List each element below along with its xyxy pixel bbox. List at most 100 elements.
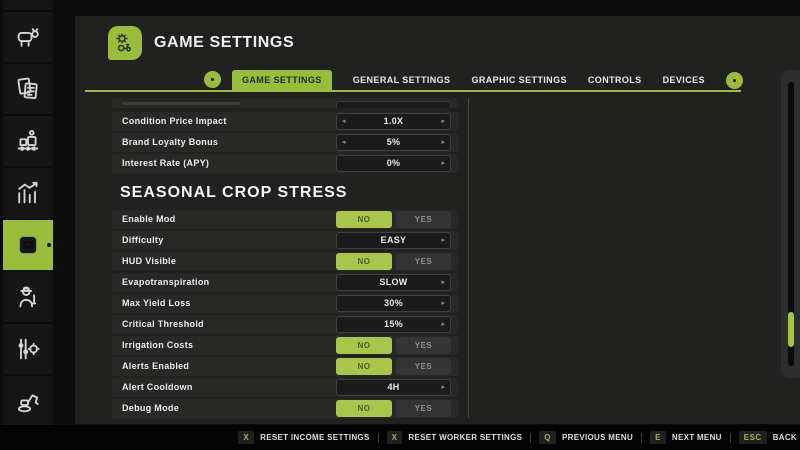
game-settings-icon (108, 26, 142, 60)
toggle-control: NOYES (336, 400, 563, 417)
setting-label: Irrigation Costs (122, 336, 193, 355)
tab-underline (85, 90, 741, 92)
toggle-option-no[interactable]: NO (336, 400, 392, 417)
selector-value: 4H (337, 380, 450, 395)
value-selector[interactable]: EASY▸ (336, 232, 451, 249)
increase-arrow-icon[interactable]: ▸ (441, 233, 445, 248)
toggle-option-no[interactable]: NO (336, 211, 392, 228)
setting-row: Brand Loyalty Bonus ◂5%▸ (112, 133, 458, 152)
scrollbar-thumb[interactable] (788, 312, 794, 347)
setting-label: HUD Visible (122, 252, 176, 271)
animals-icon (14, 23, 42, 51)
key-badge: X (238, 431, 254, 444)
setting-row: Condition Price Impact◂1.0X▸ (112, 112, 458, 131)
sidebar-item-production[interactable] (3, 116, 53, 166)
setting-label: Critical Threshold (122, 315, 204, 334)
selector-value: 5% (337, 135, 450, 150)
sidebar-item-mod-settings[interactable] (3, 324, 53, 374)
setting-label: Debug Mode (122, 399, 179, 418)
setting-row-clipped (112, 98, 458, 108)
selector-value: 0% (337, 156, 450, 171)
setting-label: Max Yield Loss (122, 294, 191, 313)
footer-action-label: PREVIOUS MENU (562, 433, 633, 442)
footer-action-reset-worker-settings[interactable]: X RESET WORKER SETTINGS (387, 431, 523, 444)
tab-controls[interactable]: CONTROLS (588, 75, 642, 85)
footer-divider (730, 433, 731, 443)
setting-label: Brand Loyalty Bonus (122, 133, 218, 152)
sidebar-item-contracts[interactable] (3, 64, 53, 114)
tab-general-settings[interactable]: GENERAL SETTINGS (353, 75, 451, 85)
footer-action-next-menu[interactable]: ENEXT MENU (650, 431, 722, 444)
key-badge: X (387, 431, 403, 444)
clipped-label (122, 102, 240, 105)
sidebar-item-settings[interactable] (3, 220, 53, 270)
setting-row: Irrigation Costs NOYES (112, 336, 458, 355)
footer-action-label: RESET WORKER SETTINGS (408, 433, 522, 442)
increase-arrow-icon[interactable]: ▸ (441, 135, 445, 150)
toggle-option-yes[interactable]: YES (396, 400, 451, 417)
sidebar-item-statistics[interactable] (3, 168, 53, 218)
toggle-option-no[interactable]: NO (336, 253, 392, 270)
footer-action-back[interactable]: ESC BACK (739, 431, 797, 444)
footer-action-previous-menu[interactable]: Q PREVIOUS MENU (539, 431, 633, 444)
setting-row: Evapotranspiration SLOW▸ (112, 273, 458, 292)
toggle-control: NOYES (336, 358, 563, 375)
statistics-icon (14, 179, 42, 207)
footer-divider (530, 433, 531, 443)
toggle-option-yes[interactable]: YES (396, 211, 451, 228)
sidebar-item-clipped-top[interactable] (3, 0, 53, 10)
section-header: SEASONAL CROP STRESS (112, 175, 458, 210)
sidebar-item-character[interactable] (3, 272, 53, 322)
toggle-control: NOYES (336, 253, 563, 270)
toggle-option-yes[interactable]: YES (396, 253, 451, 270)
increase-arrow-icon[interactable]: ▸ (441, 275, 445, 290)
footer-action-label: BACK (773, 433, 797, 442)
setting-row: Enable ModNOYES (112, 210, 458, 229)
increase-arrow-icon[interactable]: ▸ (441, 114, 445, 129)
tab-game-settings[interactable]: GAME SETTINGS (232, 70, 332, 90)
increase-arrow-icon[interactable]: ▸ (441, 380, 445, 395)
contracts-icon (14, 75, 42, 103)
scrollbar[interactable] (781, 70, 800, 378)
toggle-option-yes[interactable]: YES (396, 337, 451, 354)
value-selector[interactable]: 4H▸ (336, 379, 451, 396)
value-selector[interactable]: 15%▸ (336, 316, 451, 333)
value-selector[interactable]: SLOW▸ (336, 274, 451, 291)
increase-arrow-icon[interactable]: ▸ (441, 317, 445, 332)
mod-settings-icon (14, 335, 42, 363)
increase-arrow-icon[interactable]: ▸ (441, 296, 445, 311)
toggle-option-no[interactable]: NO (336, 337, 392, 354)
footer-divider (378, 433, 379, 443)
sidebar-item-construction[interactable] (3, 376, 53, 426)
increase-arrow-icon[interactable]: ▸ (441, 156, 445, 171)
footer-action-reset-income-settings[interactable]: XRESET INCOME SETTINGS (238, 431, 369, 444)
setting-label: Evapotranspiration (122, 273, 209, 292)
tab-graphic-settings[interactable]: GRAPHIC SETTINGS (471, 75, 566, 85)
construction-icon (14, 387, 42, 415)
tab-devices[interactable]: DEVICES (663, 75, 705, 85)
value-selector[interactable]: ◂5%▸ (336, 134, 451, 151)
key-badge: ESC (739, 431, 767, 444)
footer-keybar: XRESET INCOME SETTINGSXRESET WORKER SETT… (0, 425, 800, 450)
setting-row: HUD Visible NOYES (112, 252, 458, 271)
key-badge: E (650, 431, 666, 444)
toggle-option-no[interactable]: NO (336, 358, 392, 375)
sidebar-item-animals[interactable] (3, 12, 53, 62)
setting-label: Interest Rate (APY) (122, 154, 209, 173)
setting-label: Alerts Enabled (122, 357, 189, 376)
settings-list: Condition Price Impact◂1.0X▸ Brand Loyalt… (112, 98, 458, 420)
value-selector[interactable]: 0%▸ (336, 155, 451, 172)
list-scroll-divider (468, 98, 469, 418)
setting-label: Alert Cooldown (122, 378, 193, 397)
setting-row: Critical Threshold 15%▸ (112, 315, 458, 334)
value-selector[interactable]: 30%▸ (336, 295, 451, 312)
setting-row: Debug Mode NOYES (112, 399, 458, 418)
tabs-next-button[interactable] (726, 72, 743, 89)
key-badge: Q (539, 431, 556, 444)
settings-icon (14, 231, 42, 259)
toggle-option-yes[interactable]: YES (396, 358, 451, 375)
value-selector[interactable]: ◂1.0X▸ (336, 113, 451, 130)
tab-bar: GAME SETTINGS GENERAL SETTINGS GRAPHIC SET… (232, 70, 743, 90)
tabs-prev-button[interactable] (204, 71, 221, 88)
scrollbar-track[interactable] (788, 82, 794, 366)
